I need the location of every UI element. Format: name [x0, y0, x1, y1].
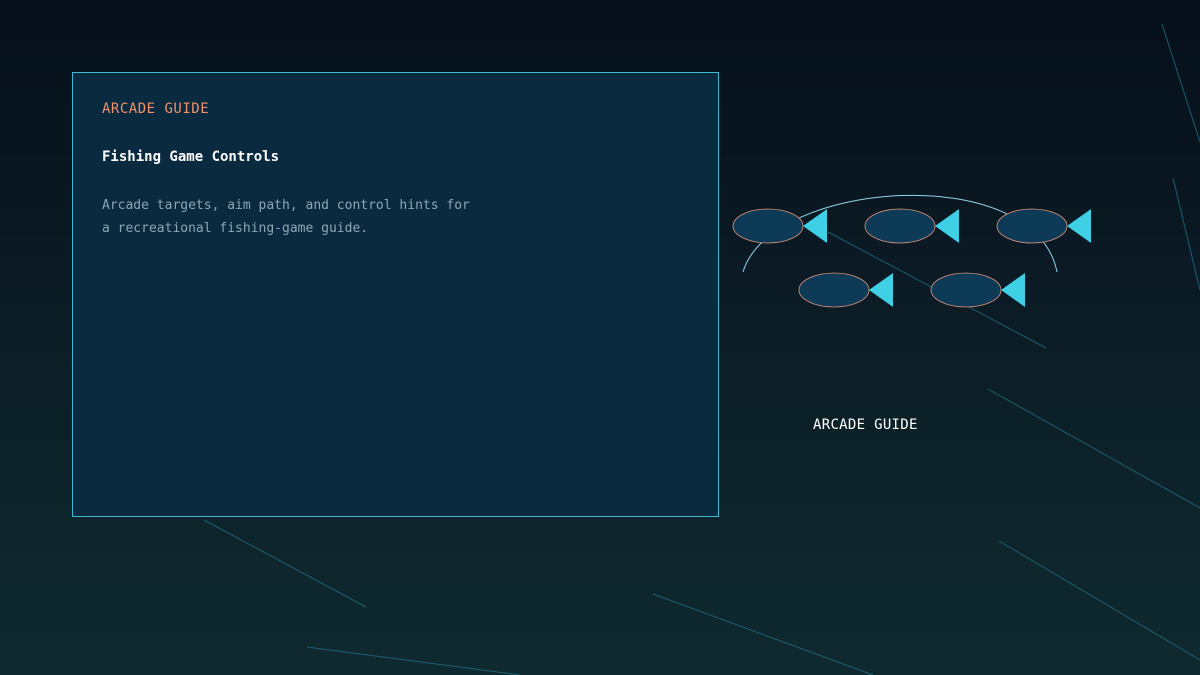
fish-body	[930, 272, 1002, 308]
fish-target[interactable]	[732, 208, 827, 244]
fish-target[interactable]	[798, 272, 893, 308]
fish-tail-icon	[935, 209, 959, 243]
fish-tail-icon	[803, 209, 827, 243]
fish-body	[798, 272, 870, 308]
scene-caption: ARCADE GUIDE	[813, 417, 918, 433]
fishing-scene	[732, 194, 1091, 308]
fish-tail-icon	[1001, 273, 1025, 307]
fish-target[interactable]	[864, 208, 959, 244]
fish-tail-icon	[1067, 209, 1091, 243]
fish-target[interactable]	[996, 208, 1091, 244]
fish-body	[864, 208, 936, 244]
fish-tail-icon	[869, 273, 893, 307]
fish-body	[996, 208, 1068, 244]
fish-body	[732, 208, 804, 244]
fish-target[interactable]	[930, 272, 1025, 308]
